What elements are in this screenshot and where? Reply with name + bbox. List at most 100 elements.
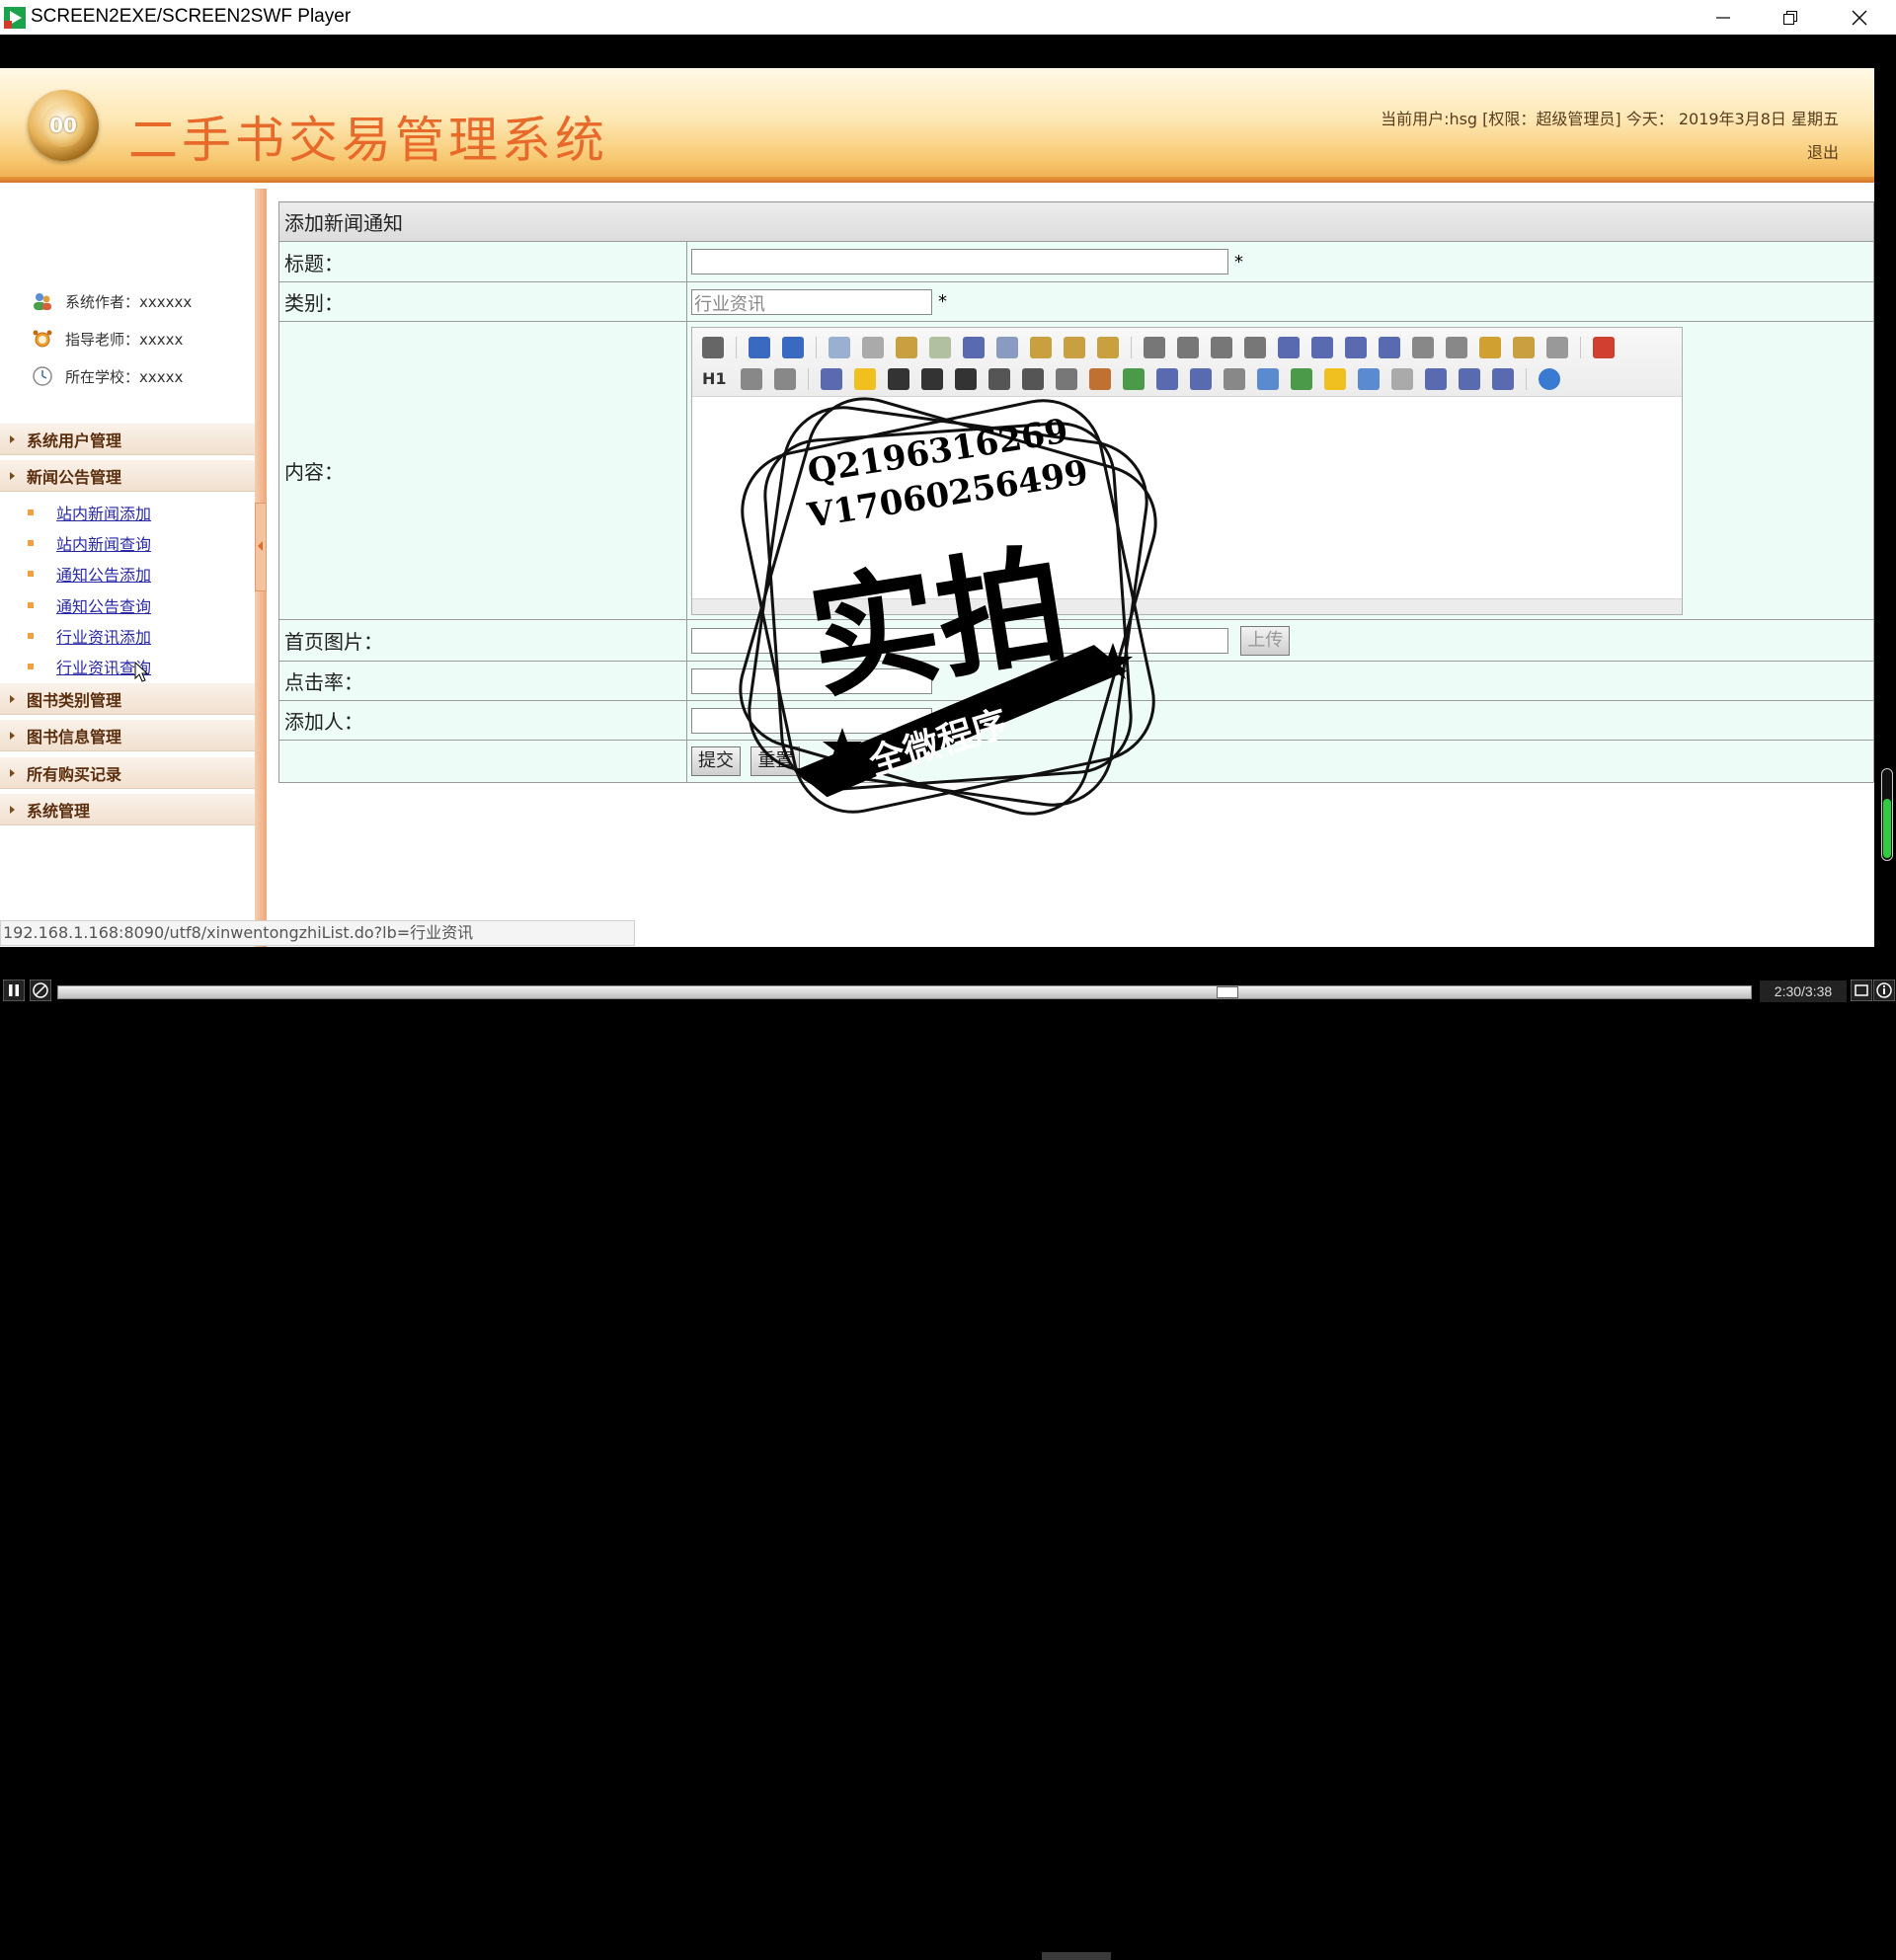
logout-link[interactable]: 退出 — [1807, 139, 1839, 163]
align-center-icon[interactable] — [1177, 336, 1199, 358]
hr-icon[interactable] — [1055, 367, 1077, 390]
reset-button[interactable]: 重置 — [750, 746, 801, 776]
copy-icon[interactable] — [996, 336, 1018, 358]
heading-dropdown[interactable]: H1 — [702, 369, 727, 388]
align-left-icon[interactable] — [1144, 336, 1165, 358]
editor-resize-bar[interactable] — [692, 597, 1682, 614]
fit-screen-icon[interactable] — [1851, 980, 1872, 1001]
close-icon — [1852, 10, 1867, 25]
info-icon[interactable] — [1873, 980, 1895, 1001]
multi-image-icon[interactable] — [1122, 367, 1145, 390]
print-icon[interactable] — [862, 336, 884, 358]
adder-input[interactable] — [691, 707, 932, 734]
paste-text-icon[interactable] — [1064, 336, 1085, 358]
rich-text-editor[interactable]: H1 — [691, 326, 1683, 615]
pause-icon[interactable] — [3, 980, 25, 1001]
progress-thumb[interactable] — [1216, 986, 1238, 998]
minimize-button[interactable] — [1689, 0, 1758, 35]
bullet-icon — [28, 540, 34, 546]
form-heading: 添加新闻通知 — [278, 201, 1874, 242]
superscript-icon[interactable] — [1446, 336, 1467, 358]
submit-button[interactable]: 提交 — [691, 746, 741, 776]
ordered-list-icon[interactable] — [1278, 336, 1300, 358]
indent-icon[interactable] — [1345, 336, 1367, 358]
pointer-icon[interactable] — [1546, 336, 1568, 358]
underline-icon[interactable] — [954, 367, 977, 390]
sub-item-query-notice[interactable]: 通知公告查询 — [28, 594, 151, 616]
attachment-icon[interactable] — [1223, 367, 1245, 390]
sub-item-link[interactable]: 站内新闻添加 — [56, 501, 151, 524]
pagebreak-icon[interactable] — [1390, 367, 1413, 390]
sub-item-query-site-news[interactable]: 站内新闻查询 — [28, 532, 151, 554]
unlink-icon[interactable] — [1491, 367, 1514, 390]
anchor-icon[interactable] — [1424, 367, 1447, 390]
restore-button[interactable] — [1756, 0, 1825, 35]
sidebar-collapse-handle[interactable] — [255, 503, 267, 591]
paste-icon[interactable] — [1030, 336, 1052, 358]
align-right-icon[interactable] — [1211, 336, 1232, 358]
undo-icon[interactable] — [749, 336, 770, 358]
unordered-list-icon[interactable] — [1311, 336, 1333, 358]
menu-news-management[interactable]: 新闻公告管理 — [0, 460, 255, 492]
fullscreen-icon[interactable] — [1593, 336, 1615, 358]
menu-purchase-records[interactable]: 所有购买记录 — [0, 757, 255, 789]
sub-item-link[interactable]: 行业资讯添加 — [56, 624, 151, 648]
menu-book-info[interactable]: 图书信息管理 — [0, 720, 255, 751]
sub-item-add-site-news[interactable]: 站内新闻添加 — [28, 502, 151, 523]
volume-slider[interactable] — [1881, 768, 1893, 861]
web-page: 00 二手书交易管理系统 当前用户:hsg [权限：超级管理员] 今天： 201… — [0, 68, 1874, 947]
mute-icon[interactable] — [30, 980, 51, 1001]
teacher-info: 指导老师：xxxxx — [32, 327, 183, 351]
redo-icon[interactable] — [782, 336, 804, 358]
picture-icon[interactable] — [1357, 367, 1380, 390]
upload-button[interactable]: 上传 — [1240, 625, 1291, 656]
cut-icon[interactable] — [963, 336, 985, 358]
source-icon[interactable] — [702, 336, 724, 358]
flash-icon[interactable] — [1155, 367, 1178, 390]
menu-system-management[interactable]: 系统管理 — [0, 794, 255, 825]
sub-item-link[interactable]: 通知公告添加 — [56, 562, 151, 586]
italic-icon[interactable] — [920, 367, 943, 390]
menu-system-users[interactable]: 系统用户管理 — [0, 424, 255, 455]
insert-hr-icon[interactable] — [1290, 367, 1312, 390]
code-icon[interactable] — [929, 336, 951, 358]
select-all-icon[interactable] — [1513, 336, 1535, 358]
font-size-icon[interactable] — [773, 367, 796, 390]
author-info: 系统作者：xxxxxx — [32, 289, 192, 313]
preview-icon[interactable] — [829, 336, 850, 358]
sub-item-link[interactable]: 通知公告查询 — [56, 593, 151, 617]
sub-item-link[interactable]: 站内新闻查询 — [56, 531, 151, 555]
help-icon[interactable] — [1538, 367, 1560, 390]
current-user-info: 当前用户:hsg [权限：超级管理员] 今天： 2019年3月8日 星期五 — [1381, 110, 1839, 128]
font-family-icon[interactable] — [740, 367, 762, 390]
minimize-icon — [1716, 16, 1730, 19]
strikethrough-icon[interactable] — [988, 367, 1010, 390]
sub-item-query-industry-news[interactable]: 行业资讯查询 — [28, 656, 151, 677]
title-input[interactable] — [691, 249, 1228, 275]
link-icon[interactable] — [1458, 367, 1480, 390]
clicks-input[interactable] — [691, 667, 932, 694]
font-color-icon[interactable] — [820, 367, 842, 390]
close-button[interactable] — [1825, 0, 1894, 35]
image-path-input[interactable] — [691, 627, 1228, 654]
outdent-icon[interactable] — [1379, 336, 1400, 358]
media-icon[interactable] — [1189, 367, 1212, 390]
spellcheck-icon[interactable] — [1021, 367, 1044, 390]
align-justify-icon[interactable] — [1244, 336, 1266, 358]
paste-word-icon[interactable] — [1097, 336, 1119, 358]
clear-format-icon[interactable] — [1479, 336, 1501, 358]
sub-item-add-industry-news[interactable]: 行业资讯添加 — [28, 625, 151, 647]
emoticon-icon[interactable] — [1323, 367, 1346, 390]
subscript-icon[interactable] — [1412, 336, 1434, 358]
sub-item-add-notice[interactable]: 通知公告添加 — [28, 563, 151, 585]
progress-bar[interactable] — [57, 985, 1752, 999]
image-icon[interactable] — [1088, 367, 1111, 390]
menu-book-categories[interactable]: 图书类别管理 — [0, 683, 255, 715]
image-label: 首页图片： — [278, 619, 687, 662]
bold-icon[interactable] — [887, 367, 909, 390]
template-icon[interactable] — [896, 336, 917, 358]
highlight-icon[interactable] — [853, 367, 876, 390]
category-input[interactable]: 行业资讯 — [691, 288, 932, 315]
table-icon[interactable] — [1256, 367, 1279, 390]
adder-label: 添加人： — [278, 700, 687, 741]
